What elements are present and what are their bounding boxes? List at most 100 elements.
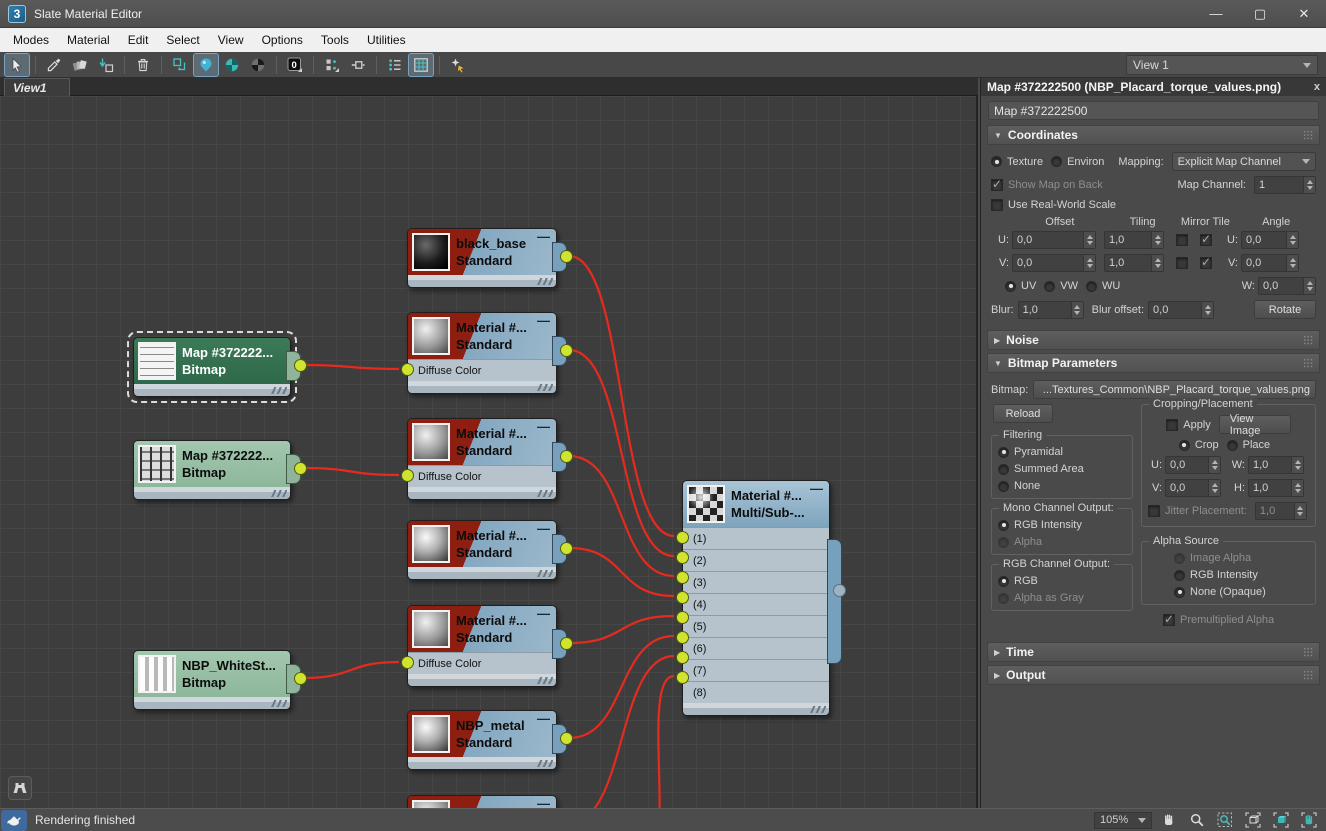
input-slot-8[interactable]: (8) xyxy=(683,681,829,703)
resize-grip-icon[interactable] xyxy=(537,677,553,684)
connection-wire[interactable] xyxy=(569,616,674,643)
menu-item-tools[interactable]: Tools xyxy=(312,29,358,51)
menu-item-utilities[interactable]: Utilities xyxy=(358,29,415,51)
navigator-button[interactable] xyxy=(8,776,32,800)
view-image-button[interactable]: View Image xyxy=(1219,415,1291,434)
spinner-arrows-icon[interactable] xyxy=(1071,302,1083,318)
show-background-off-button[interactable] xyxy=(246,54,270,76)
panel-close-icon[interactable]: x xyxy=(1314,81,1320,93)
node-header[interactable]: Material #...Standard— xyxy=(408,419,556,465)
node-header[interactable]: NBP_WhiteSt...Bitmap xyxy=(134,651,290,697)
menu-item-material[interactable]: Material xyxy=(58,29,119,51)
connection-wire[interactable] xyxy=(569,656,674,808)
rgb-rgb-radio[interactable] xyxy=(998,576,1009,587)
connection-wire[interactable] xyxy=(569,636,674,738)
crop-h-spinner[interactable]: 1,0 xyxy=(1248,479,1304,497)
resize-grip-icon[interactable] xyxy=(810,706,826,713)
tiling-u-spinner[interactable]: 1,0 xyxy=(1104,231,1164,249)
input-socket-diffuse-color[interactable] xyxy=(401,656,414,669)
spinner-arrows-icon[interactable] xyxy=(1291,480,1303,496)
filtering-summed-area-radio[interactable] xyxy=(998,464,1009,475)
graph-node-m1[interactable]: black_baseStandard— xyxy=(407,228,557,288)
resize-grip-icon[interactable] xyxy=(537,384,553,391)
move-children-button[interactable] xyxy=(168,54,192,76)
input-socket-4[interactable] xyxy=(676,591,689,604)
show-map-on-back-checkbox[interactable] xyxy=(991,179,1003,191)
connection-wire[interactable] xyxy=(644,676,674,808)
crop-radio[interactable] xyxy=(1179,440,1190,451)
environ-radio[interactable] xyxy=(1051,156,1062,167)
rollout-coordinates-header[interactable]: ▼ Coordinates xyxy=(987,125,1320,145)
input-slot-4[interactable]: (4) xyxy=(683,593,829,615)
hide-unused-nodeslots-button[interactable] xyxy=(346,54,370,76)
jitter-placement-spinner[interactable]: 1,0 xyxy=(1255,502,1307,520)
alpha-none-opaque-radio[interactable] xyxy=(1174,587,1185,598)
node-header[interactable]: — xyxy=(408,796,556,808)
resize-grip-icon[interactable] xyxy=(537,278,553,285)
node-header[interactable]: Map #372222...Bitmap xyxy=(134,338,290,384)
blur-offset-spinner[interactable]: 0,0 xyxy=(1148,301,1214,319)
input-socket-diffuse-color[interactable] xyxy=(401,363,414,376)
crop-v-spinner[interactable]: 0,0 xyxy=(1165,479,1221,497)
render-status-button[interactable] xyxy=(1,810,27,831)
zoom-region-button[interactable] xyxy=(1214,810,1236,830)
select-tool-button[interactable] xyxy=(5,54,29,76)
input-socket-6[interactable] xyxy=(676,631,689,644)
drag-grip-icon[interactable] xyxy=(1303,335,1313,345)
connection-wire[interactable] xyxy=(303,468,399,475)
menu-item-select[interactable]: Select xyxy=(157,29,208,51)
drag-grip-icon[interactable] xyxy=(1303,358,1313,368)
graph-node-multisub[interactable]: Material #...Multi/Sub-...—(1)(2)(3)(4)(… xyxy=(682,480,830,716)
connection-wire[interactable] xyxy=(569,256,674,536)
mono-alpha-radio[interactable] xyxy=(998,537,1009,548)
connection-wire[interactable] xyxy=(303,365,399,369)
resize-grip-icon[interactable] xyxy=(271,490,287,497)
spinner-arrows-icon[interactable] xyxy=(1286,255,1298,271)
drag-grip-icon[interactable] xyxy=(1303,670,1313,680)
menu-item-view[interactable]: View xyxy=(209,29,253,51)
node-header[interactable]: Material #...Standard— xyxy=(408,313,556,359)
node-header[interactable]: Material #...Standard— xyxy=(408,521,556,567)
output-socket[interactable] xyxy=(294,462,307,475)
collapse-node-icon[interactable]: — xyxy=(537,714,550,724)
spinner-arrows-icon[interactable] xyxy=(1291,457,1303,473)
rollout-output-header[interactable]: ▶ Output xyxy=(987,665,1320,685)
connection-wire[interactable] xyxy=(569,548,674,596)
zoom-level-dropdown[interactable]: 105% xyxy=(1094,812,1152,829)
view-selector-dropdown[interactable]: View 1 xyxy=(1126,55,1318,75)
spinner-arrows-icon[interactable] xyxy=(1151,255,1163,271)
output-socket[interactable] xyxy=(560,542,573,555)
material-preview-window-button[interactable] xyxy=(409,54,433,76)
zoom-extents-selected-button[interactable] xyxy=(1270,810,1292,830)
jitter-placement-checkbox[interactable] xyxy=(1148,505,1160,517)
resize-grip-icon[interactable] xyxy=(271,700,287,707)
input-slot-diffuse-color[interactable]: Diffuse Color xyxy=(408,465,556,487)
node-header[interactable]: NBP_metalStandard— xyxy=(408,711,556,757)
filtering-none-radio[interactable] xyxy=(998,481,1009,492)
spinner-arrows-icon[interactable] xyxy=(1208,480,1220,496)
maximize-button[interactable]: ▢ xyxy=(1238,0,1282,27)
offset-v-spinner[interactable]: 0,0 xyxy=(1012,254,1096,272)
collapse-node-icon[interactable]: — xyxy=(537,799,550,808)
output-socket[interactable] xyxy=(294,359,307,372)
spinner-arrows-icon[interactable] xyxy=(1083,255,1095,271)
spinner-arrows-icon[interactable] xyxy=(1201,302,1213,318)
rgb-alpha-as-gray-radio[interactable] xyxy=(998,593,1009,604)
collapse-node-icon[interactable]: — xyxy=(537,422,550,432)
crop-w-spinner[interactable]: 1,0 xyxy=(1248,456,1304,474)
delete-selected-button[interactable] xyxy=(131,54,155,76)
alpha-image-alpha-radio[interactable] xyxy=(1174,553,1185,564)
input-slot-7[interactable]: (7) xyxy=(683,659,829,681)
place-radio[interactable] xyxy=(1227,440,1238,451)
tab-view1[interactable]: View1 xyxy=(4,78,70,96)
resize-grip-icon[interactable] xyxy=(537,490,553,497)
render-preview-button[interactable] xyxy=(446,54,470,76)
node-header[interactable]: Material #...Multi/Sub-...— xyxy=(683,481,829,527)
spinner-arrows-icon[interactable] xyxy=(1303,278,1315,294)
zoom-tool-button[interactable] xyxy=(1186,810,1208,830)
node-header[interactable]: Map #372222...Bitmap xyxy=(134,441,290,487)
pan-tool-button[interactable] xyxy=(1158,810,1180,830)
pan-to-selected-button[interactable] xyxy=(1298,810,1320,830)
tiling-v-spinner[interactable]: 1,0 xyxy=(1104,254,1164,272)
graph-node-mapA[interactable]: Map #372222...Bitmap xyxy=(133,337,291,397)
